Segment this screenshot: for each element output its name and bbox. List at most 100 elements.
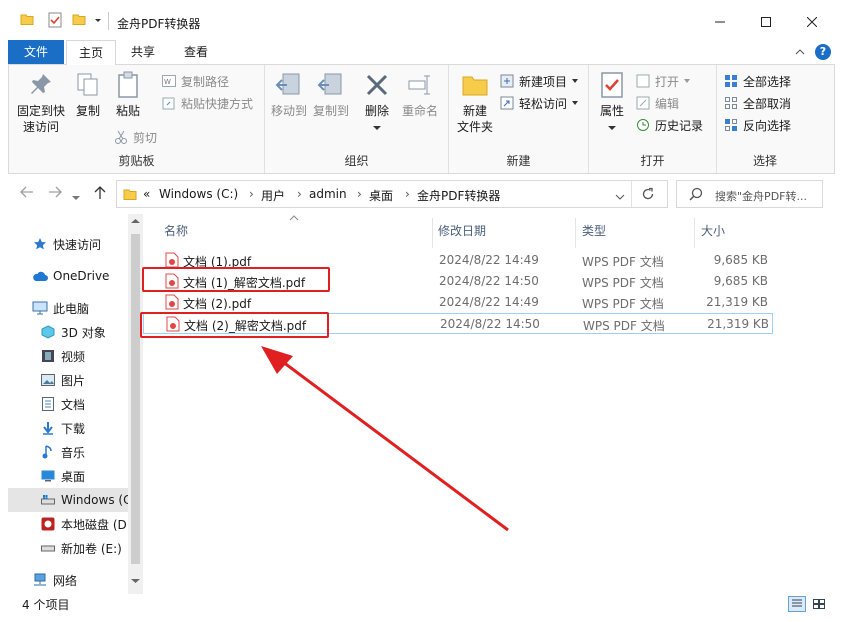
tab-view[interactable]: 查看	[172, 40, 220, 64]
sidebar-item-downloads[interactable]: 下载	[40, 416, 128, 440]
table-row[interactable]: 文档 (2).pdf 2024/8/22 14:49 WPS PDF 文档 21…	[143, 292, 773, 313]
paste-button[interactable]: 粘贴	[111, 69, 145, 119]
organize-group-label: 组织	[344, 154, 369, 168]
new-folder-icon[interactable]	[72, 12, 86, 29]
file-date: 2024/8/22 14:49	[439, 253, 539, 267]
breadcrumb-separator-icon[interactable]: ›	[405, 187, 410, 201]
breadcrumb-current-folder[interactable]: 金舟PDF转换器	[417, 187, 500, 204]
sidebar-item-network[interactable]: 网络	[32, 568, 128, 592]
new-folder-button[interactable]: 新建 文件夹	[453, 69, 497, 135]
tab-share[interactable]: 共享	[120, 40, 166, 64]
pin-icon	[25, 69, 57, 101]
forward-icon[interactable]	[48, 186, 62, 202]
details-view-button[interactable]	[788, 596, 806, 612]
scroll-up-icon[interactable]	[131, 218, 140, 224]
sidebar-item-music[interactable]: 音乐	[40, 440, 128, 464]
breadcrumb-users[interactable]: 用户	[261, 187, 285, 204]
tab-home[interactable]: 主页	[66, 40, 116, 65]
customize-quick-access-icon[interactable]	[93, 14, 103, 28]
desktop-icon	[40, 468, 56, 484]
large-icons-view-button[interactable]	[810, 596, 828, 612]
column-header-name[interactable]: 名称	[164, 222, 188, 239]
clipboard-icon	[112, 69, 144, 101]
music-icon	[40, 444, 56, 460]
breadcrumb-separator-icon[interactable]: ›	[357, 187, 362, 201]
status-bar: 4 个项目	[8, 594, 835, 616]
breadcrumb-admin[interactable]: admin	[309, 187, 347, 201]
history-button[interactable]: 历史记录	[635, 115, 703, 135]
easy-access-button[interactable]: 轻松访问	[499, 93, 580, 113]
select-none-button[interactable]: 全部取消	[723, 93, 791, 113]
scroll-down-icon[interactable]	[131, 578, 140, 584]
details-view-icon	[792, 599, 802, 607]
network-icon	[32, 572, 48, 588]
sidebar-item-documents[interactable]: 文档	[40, 392, 128, 416]
folder-icon	[20, 12, 34, 29]
rename-button[interactable]: 重命名	[399, 69, 441, 119]
copy-to-button[interactable]: 复制到	[311, 69, 351, 119]
minimize-button[interactable]	[697, 8, 743, 36]
delete-button[interactable]: 删除	[361, 69, 393, 135]
address-dropdown-icon[interactable]	[615, 190, 625, 204]
column-header-size[interactable]: 大小	[701, 222, 725, 239]
new-item-button[interactable]: 新建项目	[499, 71, 580, 91]
search-input[interactable]: 搜索"金舟PDF转...	[715, 188, 807, 204]
delete-dropdown-icon[interactable]	[373, 125, 381, 131]
sidebar-item-pictures[interactable]: 图片	[40, 368, 128, 392]
breadcrumb-separator-icon[interactable]: ›	[249, 187, 254, 201]
copy-button[interactable]: 复制	[71, 69, 105, 119]
refresh-icon[interactable]	[641, 187, 655, 204]
sidebar-item-3d-objects[interactable]: 3D 对象	[40, 320, 128, 344]
open-button[interactable]: 打开	[635, 71, 692, 91]
properties-icon[interactable]	[48, 12, 62, 31]
expand-ribbon-icon[interactable]	[795, 46, 805, 60]
column-separator[interactable]	[694, 218, 695, 248]
column-separator[interactable]	[575, 218, 576, 248]
breadcrumb-desktop[interactable]: 桌面	[369, 187, 393, 204]
sidebar-scrollbar-thumb[interactable]	[131, 234, 140, 564]
column-header-date[interactable]: 修改日期	[438, 222, 486, 239]
sidebar-item-label: 快速访问	[53, 237, 102, 252]
address-bar[interactable]: « Windows (C:) › 用户 › admin › 桌面 › 金舟PDF…	[116, 180, 668, 208]
sidebar-scrollbar[interactable]	[128, 214, 143, 594]
sidebar-item-desktop[interactable]: 桌面	[40, 464, 128, 488]
close-button[interactable]	[789, 8, 835, 36]
edit-button[interactable]: 编辑	[635, 93, 679, 113]
properties-button[interactable]: 属性	[595, 69, 629, 135]
help-icon[interactable]: ?	[815, 44, 831, 60]
sidebar-item-label: 此电脑	[53, 301, 90, 316]
sidebar-item-onedrive[interactable]: OneDrive	[32, 264, 128, 288]
sidebar-item-label: 下载	[61, 421, 86, 436]
select-none-label: 全部取消	[743, 96, 792, 111]
pin-quick-access-button[interactable]: 固定到快 速访问	[13, 69, 69, 135]
breadcrumb-prefix[interactable]: «	[143, 187, 150, 201]
edit-icon	[635, 95, 651, 111]
new-group-label: 新建	[506, 154, 531, 168]
column-separator[interactable]	[432, 218, 433, 248]
sidebar-item-drive-d[interactable]: 本地磁盘 (D	[40, 512, 128, 536]
invert-selection-button[interactable]: 反向选择	[723, 115, 791, 135]
sidebar-item-quick-access[interactable]: 快速访问	[32, 232, 128, 256]
open-group: 属性 打开 编辑 历史记录 打开	[589, 65, 717, 173]
maximize-button[interactable]	[743, 8, 789, 36]
sidebar-item-drive-e[interactable]: 新加卷 (E:)	[40, 536, 128, 560]
tab-file[interactable]: 文件	[8, 40, 64, 64]
recent-locations-icon[interactable]	[72, 189, 80, 205]
breadcrumb-separator-icon[interactable]: ›	[297, 187, 302, 201]
select-all-button[interactable]: 全部选择	[723, 71, 791, 91]
column-header-type[interactable]: 类型	[582, 222, 606, 239]
sidebar-item-drive-c[interactable]: Windows (C	[8, 488, 128, 512]
sidebar-item-videos[interactable]: 视频	[40, 344, 128, 368]
svg-text:W: W	[164, 78, 171, 86]
properties-dropdown-icon[interactable]	[608, 125, 616, 131]
select-all-label: 全部选择	[743, 74, 792, 89]
paste-shortcut-button[interactable]: 粘贴快捷方式	[161, 93, 253, 113]
back-icon[interactable]	[20, 186, 34, 202]
cut-button[interactable]: 剪切	[113, 127, 157, 147]
up-icon[interactable]	[94, 186, 106, 204]
breadcrumb-drive[interactable]: Windows (C:)	[159, 187, 238, 201]
search-box[interactable]: 搜索"金舟PDF转...	[676, 180, 823, 208]
move-to-button[interactable]: 移动到	[269, 69, 309, 119]
sidebar-item-this-pc[interactable]: 此电脑	[32, 296, 128, 320]
copy-path-button[interactable]: W 复制路径	[161, 71, 229, 91]
